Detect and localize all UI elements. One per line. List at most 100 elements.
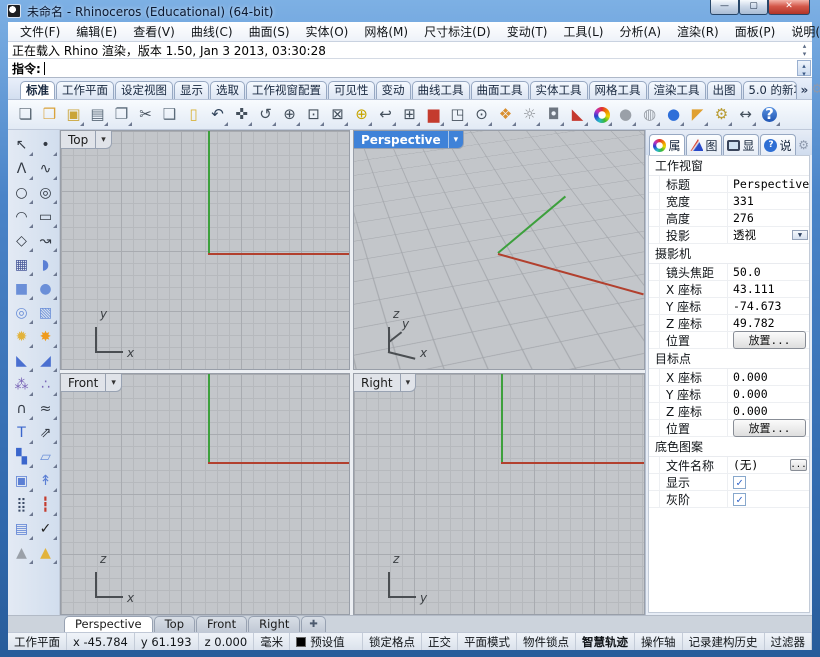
- projection-dropdown-button[interactable]: ▼: [792, 230, 808, 240]
- status-osnap[interactable]: 物件锁点: [517, 633, 576, 650]
- rotate-view-icon[interactable]: ↺: [254, 102, 277, 127]
- status-ortho[interactable]: 正交: [422, 633, 458, 650]
- menu-item[interactable]: 渲染(R): [669, 23, 727, 40]
- render-fin-icon[interactable]: ◣: [566, 102, 589, 127]
- viewport-layout-icon[interactable]: ⊞: [398, 102, 421, 127]
- shear-icon[interactable]: ▱: [34, 445, 58, 469]
- menu-item[interactable]: 曲线(C): [183, 23, 241, 40]
- extrude-icon[interactable]: ↟: [34, 469, 58, 493]
- projection-value[interactable]: 透视 ▼: [728, 227, 809, 243]
- shaded-sphere-icon[interactable]: ●: [614, 102, 637, 127]
- status-layer[interactable]: 预设值: [290, 633, 363, 650]
- export-icon[interactable]: ❐: [110, 102, 133, 127]
- viewport-right[interactable]: Right ▾ z y: [353, 373, 645, 615]
- viewport-menu-arrow-icon[interactable]: ▾: [448, 131, 464, 148]
- new-file-icon[interactable]: ❏: [14, 102, 37, 127]
- wallpaper-file-value[interactable]: (无) ...: [728, 457, 809, 473]
- minimize-button[interactable]: —: [710, 0, 739, 15]
- status-y-coordinate[interactable]: y 61.193: [135, 633, 199, 650]
- viewport-tab[interactable]: Right: [248, 616, 300, 632]
- scroll-up-icon[interactable]: ▴: [803, 42, 807, 50]
- viewport-tab[interactable]: Perspective: [64, 616, 153, 632]
- menu-item[interactable]: 网格(M): [356, 23, 416, 40]
- panel-tab-display[interactable]: 显: [723, 134, 759, 155]
- menu-item[interactable]: 文件(F): [12, 23, 68, 40]
- command-input[interactable]: 指令: ▴ ▾: [8, 59, 812, 78]
- toolbar-tab[interactable]: 工作平面: [56, 81, 114, 99]
- viewport-top[interactable]: Top ▾ y x: [60, 130, 350, 370]
- boolean-icon[interactable]: ✹: [10, 325, 34, 349]
- target-place-button[interactable]: 放置...: [733, 419, 806, 437]
- select-icon[interactable]: ↖: [10, 133, 34, 157]
- viewport-label-right[interactable]: Right ▾: [354, 374, 416, 392]
- array-icon[interactable]: ⣿: [10, 493, 34, 517]
- status-smarttrack[interactable]: 智慧轨迹: [576, 633, 635, 650]
- toolbar-tab[interactable]: 出图: [707, 81, 742, 99]
- pyramid-icon[interactable]: ▲: [34, 541, 58, 565]
- camera-y-value[interactable]: -74.673: [728, 298, 809, 314]
- sphere-icon[interactable]: ●: [34, 277, 58, 301]
- cut-icon[interactable]: ✂: [134, 102, 157, 127]
- color-wheel-icon[interactable]: [590, 102, 613, 127]
- polygon-icon[interactable]: ◇: [10, 229, 34, 253]
- viewport-label-top[interactable]: Top ▾: [61, 131, 112, 149]
- target-z-value[interactable]: 0.000: [728, 403, 809, 419]
- status-planar[interactable]: 平面模式: [458, 633, 517, 650]
- viewport-tab[interactable]: Front: [196, 616, 247, 632]
- toolbar-tab[interactable]: 工作视窗配置: [246, 81, 327, 99]
- spin-down-icon[interactable]: ▾: [802, 70, 806, 78]
- lightbulb-icon[interactable]: ☼: [518, 102, 541, 127]
- solid-tools-icon[interactable]: ▣: [10, 469, 34, 493]
- menu-item[interactable]: 查看(V): [125, 23, 183, 40]
- toolbar-tab[interactable]: 设定视图: [115, 81, 173, 99]
- toolbar-tab[interactable]: 曲线工具: [412, 81, 470, 99]
- toolbar-tab[interactable]: 渲染工具: [648, 81, 706, 99]
- viewport-menu-arrow-icon[interactable]: ▾: [95, 131, 111, 148]
- panel-gear-icon[interactable]: ⚙: [798, 138, 809, 155]
- fillet-edge-icon[interactable]: ◣: [10, 349, 34, 373]
- viewport-tab[interactable]: Top: [154, 616, 195, 632]
- camera-z-value[interactable]: 49.782: [728, 315, 809, 331]
- history-scrollbar[interactable]: ▴ ▾: [798, 42, 811, 57]
- status-history[interactable]: 记录建构历史: [683, 633, 765, 650]
- close-button[interactable]: ✕: [768, 0, 810, 15]
- camera-place-button[interactable]: 放置...: [733, 331, 806, 349]
- duplicate-icon[interactable]: ▤: [10, 517, 34, 541]
- camera-lens-value[interactable]: 50.0: [728, 264, 809, 280]
- curve-blend-icon[interactable]: ↝: [34, 229, 58, 253]
- zoom-back-icon[interactable]: ↩: [374, 102, 397, 127]
- toolbar-tab[interactable]: 网格工具: [589, 81, 647, 99]
- box-icon[interactable]: ■: [10, 277, 34, 301]
- camera-x-value[interactable]: 43.111: [728, 281, 809, 297]
- toolbar-tab[interactable]: 曲面工具: [471, 81, 529, 99]
- toolbar-tab[interactable]: 显示: [174, 81, 209, 99]
- status-grid-snap[interactable]: 锁定格点: [363, 633, 422, 650]
- menu-item[interactable]: 说明(H): [783, 23, 820, 40]
- blob-group-icon[interactable]: ⁂: [10, 373, 34, 397]
- add-viewport-tab-button[interactable]: ✚: [301, 616, 325, 632]
- pan-icon[interactable]: ✜: [230, 102, 253, 127]
- surface-loft-icon[interactable]: ▧: [34, 301, 58, 325]
- rebuild-curve-icon[interactable]: ≈: [34, 397, 58, 421]
- status-x-coordinate[interactable]: x -45.784: [67, 633, 135, 650]
- chamfer-edge-icon[interactable]: ◢: [34, 349, 58, 373]
- gears-icon[interactable]: ⚙: [710, 102, 733, 127]
- status-gumball[interactable]: 操作轴: [635, 633, 683, 650]
- viewport-height-value[interactable]: 276: [728, 210, 809, 226]
- zoom-extents-icon[interactable]: ⊠: [326, 102, 349, 127]
- help-icon[interactable]: ?: [758, 102, 781, 127]
- cone-icon[interactable]: ▲: [10, 541, 34, 565]
- menu-item[interactable]: 编辑(E): [68, 23, 125, 40]
- viewport-menu-arrow-icon[interactable]: ▾: [400, 374, 416, 391]
- copy-icon[interactable]: ❑: [158, 102, 181, 127]
- paste-icon[interactable]: ▯: [182, 102, 205, 127]
- toolbar-tab[interactable]: 标准: [20, 81, 55, 99]
- grayscale-checkbox[interactable]: ✓: [733, 493, 746, 506]
- status-cplane[interactable]: 工作平面: [8, 633, 67, 650]
- browse-button[interactable]: ...: [790, 459, 807, 471]
- viewport-front[interactable]: Front ▾ z x: [60, 373, 350, 615]
- command-spinner[interactable]: ▴ ▾: [797, 60, 811, 76]
- undo-icon[interactable]: ↶: [206, 102, 229, 127]
- toolbar-tab[interactable]: 变动: [376, 81, 411, 99]
- target-y-value[interactable]: 0.000: [728, 386, 809, 402]
